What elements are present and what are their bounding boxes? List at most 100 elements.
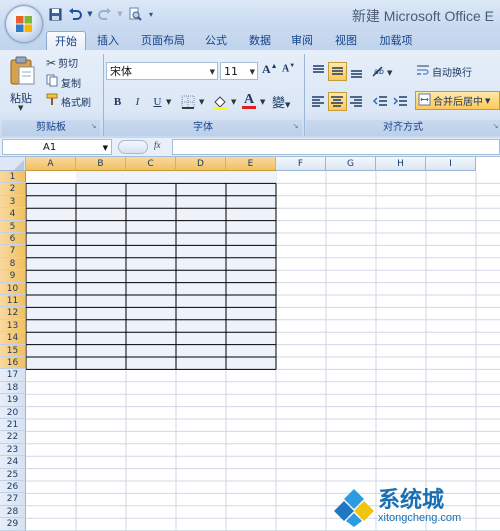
row-header-7[interactable]: 7 [0,245,26,258]
row-header-27[interactable]: 27 [0,493,26,506]
align-center-button[interactable] [328,92,347,111]
column-header-A[interactable]: A [26,157,76,171]
align-top-button[interactable] [309,62,328,81]
copy-button[interactable]: 复制 [46,74,81,90]
grow-font-icon[interactable]: A▲ [262,62,279,80]
align-middle-button[interactable] [328,62,347,81]
borders-dropdown-icon[interactable]: ▼ [199,98,204,106]
font-color-button[interactable]: A [240,92,258,110]
save-icon[interactable] [46,5,64,23]
name-box[interactable]: A1 ▼ [2,139,112,155]
align-left-button[interactable] [309,92,328,111]
underline-dropdown-icon[interactable]: ▼ [166,98,171,106]
office-button[interactable] [5,5,43,43]
row-header-14[interactable]: 14 [0,332,26,345]
row-header-10[interactable]: 10 [0,282,26,295]
row-header-3[interactable]: 3 [0,195,26,209]
tab-formulas[interactable]: 公式 [198,31,234,50]
formula-bar-handle[interactable] [118,140,148,154]
underline-button[interactable]: U [148,93,167,112]
print-preview-icon[interactable] [126,5,144,23]
tab-home[interactable]: 开始 [46,31,86,51]
font-size-combo[interactable]: 11 ▼ [220,62,258,80]
font-name-value: 宋体 [110,65,132,78]
qat-customize-icon[interactable]: ▾ [146,5,156,23]
row-header-15[interactable]: 15 [0,344,26,357]
row-header-25[interactable]: 25 [0,468,26,481]
row-header-6[interactable]: 6 [0,233,26,246]
row-header-17[interactable]: 17 [0,369,26,382]
cell-area[interactable] [26,171,500,531]
format-painter-button[interactable]: 格式刷 [46,93,91,109]
clipboard-launcher-icon[interactable]: ↘ [89,122,98,131]
row-header-16[interactable]: 16 [0,357,26,370]
format-painter-label: 格式刷 [61,97,91,109]
row-header-22[interactable]: 22 [0,431,26,444]
row-header-2[interactable]: 2 [0,183,26,196]
row-header-18[interactable]: 18 [0,381,26,395]
redo-dropdown-icon[interactable]: ▼ [116,5,124,23]
alignment-launcher-icon[interactable]: ↘ [491,122,500,131]
fill-color-dropdown-icon[interactable]: ▼ [231,98,236,106]
row-header-19[interactable]: 19 [0,394,26,407]
phonetic-dropdown-icon: ▼ [285,101,291,109]
column-header-D[interactable]: D [176,157,226,171]
insert-function-button[interactable]: fx [154,140,161,150]
row-header-26[interactable]: 26 [0,481,26,494]
italic-button[interactable]: I [128,93,147,112]
formula-input[interactable] [172,139,500,155]
column-header-H[interactable]: H [376,157,426,171]
row-header-28[interactable]: 28 [0,505,26,519]
tab-addins[interactable]: 加载项 [372,31,420,50]
increase-indent-button[interactable] [391,92,410,111]
fill-color-button[interactable] [212,94,230,110]
column-header-E[interactable]: E [226,157,276,171]
column-header-B[interactable]: B [76,157,126,171]
undo-icon[interactable] [66,5,84,23]
font-launcher-icon[interactable]: ↘ [291,122,300,131]
scissors-icon: ✂ [46,55,57,70]
column-header-C[interactable]: C [126,157,176,171]
column-header-I[interactable]: I [426,157,476,171]
align-right-button[interactable] [347,92,366,111]
bold-button[interactable]: B [108,93,127,112]
active-cell[interactable] [26,171,76,184]
row-header-23[interactable]: 23 [0,443,26,457]
row-header-21[interactable]: 21 [0,419,26,432]
undo-dropdown-icon[interactable]: ▼ [86,5,94,23]
shrink-font-icon[interactable]: A▼ [282,63,299,81]
row-header-11[interactable]: 11 [0,295,26,308]
tab-page-layout[interactable]: 页面布局 [134,31,192,50]
wrap-text-button[interactable]: 自动换行 [416,63,472,80]
borders-button[interactable] [180,94,198,110]
select-all-corner[interactable] [0,157,26,171]
row-header-9[interactable]: 9 [0,270,26,283]
row-header-1[interactable]: 1 [0,171,26,184]
row-header-29[interactable]: 29 [0,518,26,531]
redo-icon[interactable] [96,5,114,23]
row-header-4[interactable]: 4 [0,208,26,221]
row-header-24[interactable]: 24 [0,456,26,469]
tab-view[interactable]: 视图 [328,31,364,50]
row-header-13[interactable]: 13 [0,319,26,333]
orientation-button[interactable]: ab ▼ [369,62,397,81]
row-header-8[interactable]: 8 [0,257,26,271]
font-color-dropdown-icon[interactable]: ▼ [260,98,265,106]
cut-button[interactable]: ✂ 剪切 [46,55,78,71]
column-header-G[interactable]: G [326,157,376,171]
tab-review[interactable]: 审阅 [284,31,320,50]
phonetic-button[interactable]: 變▼ [272,92,294,111]
align-bottom-button[interactable] [347,62,366,81]
row-header-5[interactable]: 5 [0,220,26,233]
tab-data[interactable]: 数据 [242,31,278,50]
decrease-indent-button[interactable] [371,92,390,111]
font-name-combo[interactable]: 宋体 ▼ [106,62,218,80]
paste-button[interactable]: 粘贴 ▼ [4,54,40,116]
font-color-icon: A [243,92,255,107]
column-header-F[interactable]: F [276,157,326,171]
font-color-swatch [242,106,256,109]
row-header-12[interactable]: 12 [0,307,26,320]
row-header-20[interactable]: 20 [0,406,26,419]
tab-insert[interactable]: 插入 [90,31,126,50]
merge-center-button[interactable]: 合并后居中 ▼ [415,91,500,110]
